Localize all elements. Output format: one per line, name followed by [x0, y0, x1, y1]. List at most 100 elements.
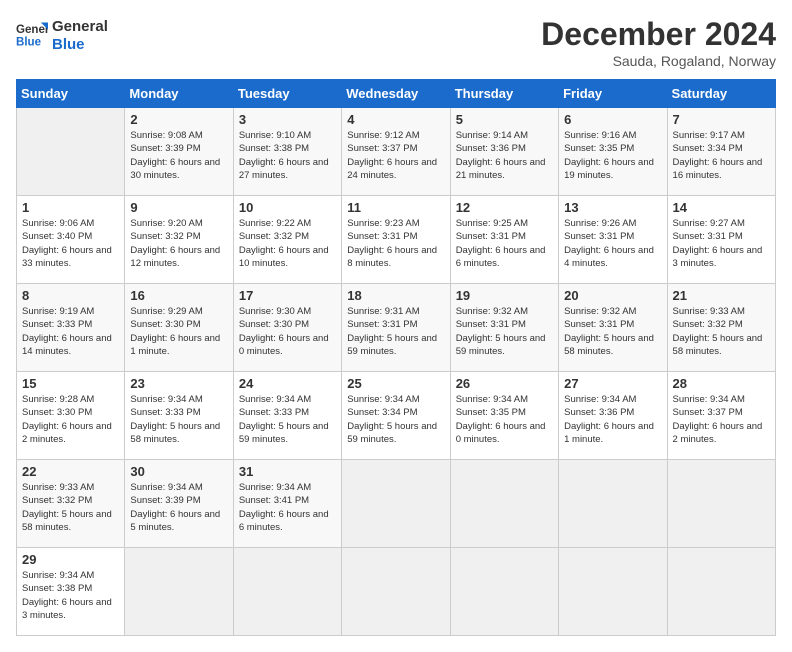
sunrise-text: Sunrise: 9:14 AM — [456, 130, 528, 141]
table-row: 8Sunrise: 9:19 AMSunset: 3:33 PMDaylight… — [17, 284, 125, 372]
day-number: 15 — [22, 376, 119, 391]
table-row — [342, 460, 450, 548]
table-row — [559, 460, 667, 548]
header-sunday: Sunday — [17, 80, 125, 108]
sunset-text: Sunset: 3:30 PM — [239, 319, 309, 330]
sunset-text: Sunset: 3:34 PM — [347, 407, 417, 418]
day-number: 1 — [22, 200, 119, 215]
day-number: 12 — [456, 200, 553, 215]
sunset-text: Sunset: 3:33 PM — [130, 407, 200, 418]
table-row: 4Sunrise: 9:12 AMSunset: 3:37 PMDaylight… — [342, 108, 450, 196]
day-number: 4 — [347, 112, 444, 127]
header-thursday: Thursday — [450, 80, 558, 108]
sunrise-text: Sunrise: 9:12 AM — [347, 130, 419, 141]
sunrise-text: Sunrise: 9:17 AM — [673, 130, 745, 141]
sunrise-text: Sunrise: 9:20 AM — [130, 218, 202, 229]
table-row: 18 Sunrise: 9:31 AMSunset: 3:31 PMDayligh… — [342, 284, 450, 372]
sunset-text: Sunset: 3:39 PM — [130, 143, 200, 154]
calendar-week-row: 8Sunrise: 9:19 AMSunset: 3:33 PMDaylight… — [17, 284, 776, 372]
table-row: 30Sunrise: 9:34 AMSunset: 3:39 PMDayligh… — [125, 460, 233, 548]
day-number: 24 — [239, 376, 336, 391]
day-info: Sunrise: 9:28 AMSunset: 3:30 PMDaylight:… — [22, 393, 119, 446]
svg-text:General: General — [16, 24, 48, 36]
sunrise-text: Sunrise: 9:10 AM — [239, 130, 311, 141]
page-header: General Blue General Blue December 2024 … — [16, 16, 776, 69]
daylight-text: Daylight: 6 hours and 1 minute. — [130, 333, 220, 357]
sunrise-text: Sunrise: 9:34 AM — [130, 482, 202, 493]
sunset-text: Sunset: 3:36 PM — [456, 143, 526, 154]
sunrise-text: Sunrise: 9:34 AM — [239, 482, 311, 493]
daylight-text: Daylight: 6 hours and 33 minutes. — [22, 245, 112, 269]
daylight-text: Daylight: 6 hours and 19 minutes. — [564, 157, 654, 181]
sunrise-text: Sunrise: 9:16 AM — [564, 130, 636, 141]
location: Sauda, Rogaland, Norway — [541, 53, 776, 69]
day-number: 18 — [347, 288, 444, 303]
day-info: Sunrise: 9:34 AMSunset: 3:35 PMDaylight:… — [456, 393, 553, 446]
day-number: 31 — [239, 464, 336, 479]
sunset-text: Sunset: 3:41 PM — [239, 495, 309, 506]
sunrise-text: Sunrise: 9:34 AM — [239, 394, 311, 405]
table-row: 26Sunrise: 9:34 AMSunset: 3:35 PMDayligh… — [450, 372, 558, 460]
sunset-text: Sunset: 3:31 PM — [673, 231, 743, 242]
table-row: 7Sunrise: 9:17 AMSunset: 3:34 PMDaylight… — [667, 108, 775, 196]
day-info: Sunrise: 9:22 AMSunset: 3:32 PMDaylight:… — [239, 217, 336, 270]
logo: General Blue General Blue — [16, 16, 108, 54]
sunrise-text: Sunrise: 9:34 AM — [673, 394, 745, 405]
day-number: 14 — [673, 200, 770, 215]
table-row: 11Sunrise: 9:23 AMSunset: 3:31 PMDayligh… — [342, 196, 450, 284]
daylight-text: Daylight: 6 hours and 0 minutes. — [239, 333, 329, 357]
daylight-text: Daylight: 6 hours and 21 minutes. — [456, 157, 546, 181]
table-row: 12 Sunrise: 9:25 AMSunset: 3:31 PMDayligh… — [450, 196, 558, 284]
sunrise-text: Sunrise: 9:08 AM — [130, 130, 202, 141]
day-number: 20 — [564, 288, 661, 303]
day-info: Sunrise: 9:25 AMSunset: 3:31 PMDaylight:… — [456, 217, 553, 270]
sunrise-text: Sunrise: 9:27 AM — [673, 218, 745, 229]
day-info: Sunrise: 9:33 AMSunset: 3:32 PMDaylight:… — [673, 305, 770, 358]
table-row: 13Sunrise: 9:26 AMSunset: 3:31 PMDayligh… — [559, 196, 667, 284]
svg-text:Blue: Blue — [16, 37, 42, 49]
day-number: 8 — [22, 288, 119, 303]
day-info: Sunrise: 9:08 AMSunset: 3:39 PMDaylight:… — [130, 129, 227, 182]
sunrise-text: Sunrise: 9:32 AM — [456, 306, 528, 317]
table-row: 20Sunrise: 9:32 AMSunset: 3:31 PMDayligh… — [559, 284, 667, 372]
table-row: 25Sunrise: 9:34 AMSunset: 3:34 PMDayligh… — [342, 372, 450, 460]
table-row: 16Sunrise: 9:29 AMSunset: 3:30 PMDayligh… — [125, 284, 233, 372]
sunrise-text: Sunrise: 9:06 AM — [22, 218, 94, 229]
day-number: 9 — [130, 200, 227, 215]
day-number: 26 — [456, 376, 553, 391]
daylight-text: Daylight: 6 hours and 3 minutes. — [673, 245, 763, 269]
table-row: 29Sunrise: 9:34 AMSunset: 3:38 PMDayligh… — [17, 548, 125, 636]
header-friday: Friday — [559, 80, 667, 108]
sunset-text: Sunset: 3:35 PM — [564, 143, 634, 154]
sunset-text: Sunset: 3:35 PM — [456, 407, 526, 418]
table-row — [667, 460, 775, 548]
day-info: Sunrise: 9:06 AMSunset: 3:40 PMDaylight:… — [22, 217, 119, 270]
table-row: 9 Sunrise: 9:20 AM Sunset: 3:32 PM Daylight… — [125, 196, 233, 284]
daylight-text: Daylight: 6 hours and 12 minutes. — [130, 245, 220, 269]
day-info: Sunrise: 9:34 AMSunset: 3:36 PMDaylight:… — [564, 393, 661, 446]
sunset-text: Sunset: 3:37 PM — [347, 143, 417, 154]
daylight-text: Daylight: 5 hours and 58 minutes. — [22, 509, 112, 533]
table-row: 2Sunrise: 9:08 AMSunset: 3:39 PMDaylight… — [125, 108, 233, 196]
sunset-text: Sunset: 3:30 PM — [130, 319, 200, 330]
day-info: Sunrise: 9:31 AMSunset: 3:31 PMDaylight:… — [347, 305, 444, 358]
logo-icon: General Blue — [16, 19, 48, 51]
header-saturday: Saturday — [667, 80, 775, 108]
table-row — [667, 548, 775, 636]
daylight-text: Daylight: 6 hours and 1 minute. — [564, 421, 654, 445]
table-row: 1 Sunrise: 9:06 AMSunset: 3:40 PMDaylight… — [17, 196, 125, 284]
table-row: 10Sunrise: 9:22 AMSunset: 3:32 PMDayligh… — [233, 196, 341, 284]
table-row: 15 Sunrise: 9:28 AMSunset: 3:30 PMDayligh… — [17, 372, 125, 460]
day-info: Sunrise: 9:10 AMSunset: 3:38 PMDaylight:… — [239, 129, 336, 182]
sunset-text: Sunset: 3:32 PM — [130, 231, 200, 242]
day-number: 21 — [673, 288, 770, 303]
sunrise-text: Sunrise: 9:34 AM — [456, 394, 528, 405]
daylight-text: Daylight: 5 hours and 58 minutes. — [130, 421, 220, 445]
table-row — [450, 548, 558, 636]
daylight-text: Daylight: 6 hours and 3 minutes. — [22, 597, 112, 621]
daylight-text: Daylight: 6 hours and 8 minutes. — [347, 245, 437, 269]
table-row: 14 Sunrise: 9:27 AM Sunset: 3:31 PM Dayligh… — [667, 196, 775, 284]
sunrise-text: Sunrise: 9:34 AM — [22, 570, 94, 581]
header-wednesday: Wednesday — [342, 80, 450, 108]
day-number: 29 — [22, 552, 119, 567]
